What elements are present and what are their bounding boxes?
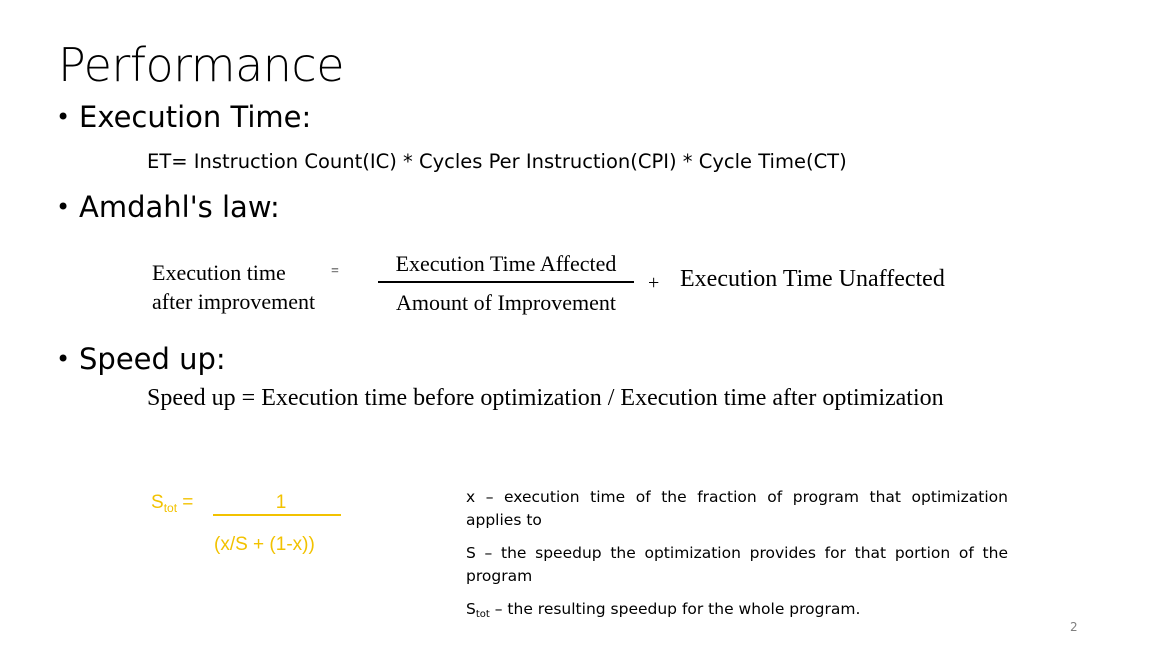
- definition-x: x – execution time of the fraction of pr…: [466, 488, 1008, 529]
- speed-up-formula: Speed up = Execution time before optimiz…: [147, 385, 944, 411]
- stot-numerator: 1: [275, 492, 287, 513]
- bullet-dot: •: [56, 345, 71, 373]
- execution-time-formula: ET= Instruction Count(IC) * Cycles Per I…: [147, 150, 847, 173]
- stot-fraction-bar: [213, 514, 341, 516]
- amdahl-fraction-bar: [378, 281, 634, 283]
- bullet-speed-up: • Speed up:: [56, 342, 226, 377]
- amdahl-fraction: Execution Time Affected Amount of Improv…: [378, 250, 634, 317]
- definition-stot-symbol: S: [466, 600, 476, 618]
- amdahl-numerator: Execution Time Affected: [395, 251, 617, 276]
- bullet-heading-execution-time: Execution Time:: [79, 100, 312, 134]
- definition-stot-text: – the resulting speedup for the whole pr…: [489, 600, 861, 618]
- stot-symbol: S: [151, 492, 164, 513]
- amdahl-equals: =: [331, 264, 339, 279]
- definition-stot-subscript: tot: [475, 609, 490, 620]
- stot-label: Stot =: [151, 492, 193, 515]
- definition-stot: Stot – the resulting speedup for the who…: [466, 598, 1008, 626]
- amdahl-denominator: Amount of Improvement: [396, 289, 616, 315]
- bullet-heading-speed-up: Speed up:: [79, 342, 226, 376]
- definitions: x – execution time of the fraction of pr…: [466, 486, 1008, 636]
- bullet-dot: •: [56, 103, 71, 131]
- bullet-heading-amdahl: Amdahl's law:: [79, 190, 280, 224]
- stot-subscript: tot: [163, 501, 178, 515]
- slide-title: Performance: [58, 38, 345, 92]
- bullet-dot: •: [56, 193, 71, 221]
- bullet-amdahl: • Amdahl's law:: [56, 190, 280, 225]
- stot-fraction: 1 (x/S + (1-x)): [213, 492, 341, 555]
- amdahl-rhs: Execution Time Unaffected: [680, 266, 945, 292]
- amdahl-lhs-line1: Execution time: [152, 260, 286, 285]
- amdahl-lhs-line2: after improvement: [152, 289, 316, 314]
- page-number: 2: [1070, 620, 1078, 634]
- amdahl-plus: +: [648, 272, 660, 294]
- amdahl-lhs: Execution time after improvement: [152, 258, 315, 316]
- definition-s: S – the speedup the optimization provide…: [466, 544, 1008, 585]
- stot-equals: =: [177, 492, 194, 513]
- bullet-execution-time: • Execution Time:: [56, 100, 311, 135]
- stot-denominator: (x/S + (1-x)): [214, 534, 315, 555]
